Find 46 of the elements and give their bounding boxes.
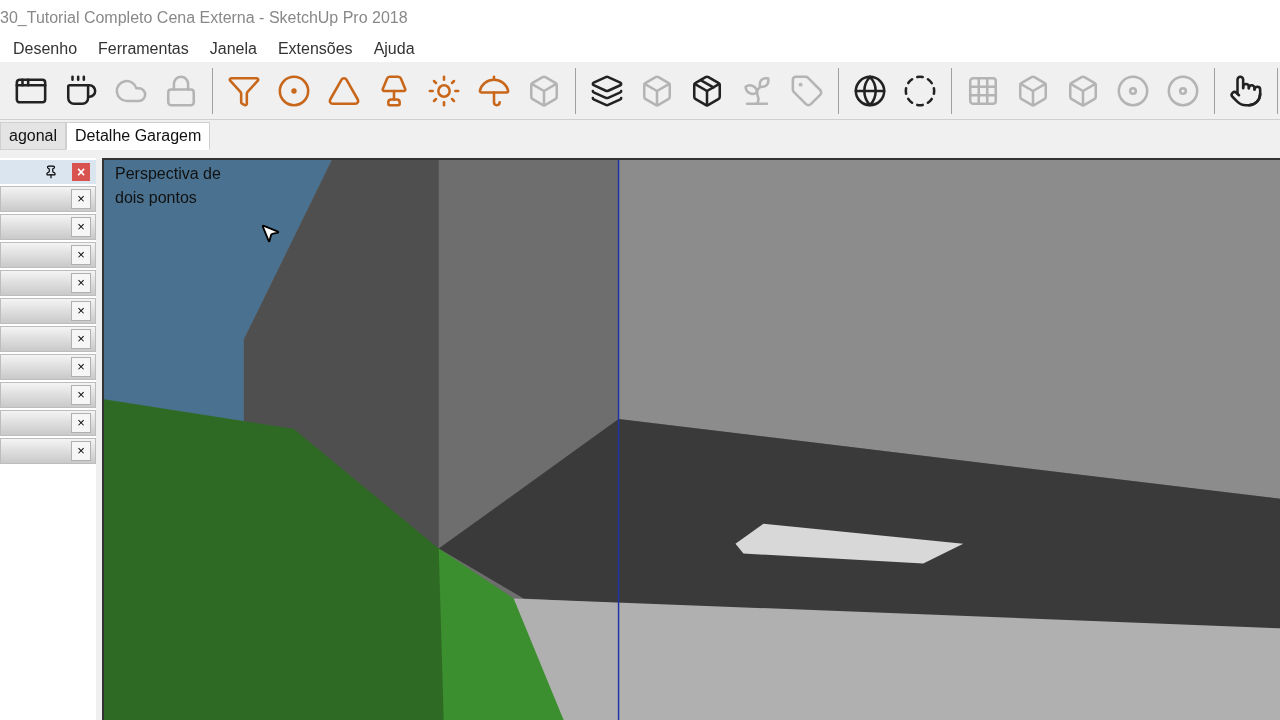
- remove-button[interactable]: ×: [71, 245, 91, 265]
- remove-button[interactable]: ×: [71, 273, 91, 293]
- panel-row[interactable]: ×: [0, 326, 96, 352]
- remove-button[interactable]: ×: [71, 441, 91, 461]
- remove-button[interactable]: ×: [71, 413, 91, 433]
- panel-row[interactable]: ×: [0, 242, 96, 268]
- panel-row[interactable]: ×: [0, 438, 96, 464]
- cube-icon: [640, 73, 674, 108]
- panel-row[interactable]: ×: [0, 354, 96, 380]
- cube-icon: [527, 73, 561, 108]
- menu-item[interactable]: Ferramentas: [98, 36, 189, 61]
- sun-icon: [427, 73, 461, 108]
- camera-label: Perspectiva de dois pontos: [115, 164, 222, 208]
- remove-button[interactable]: ×: [71, 189, 91, 209]
- hand-pointer-icon: [1229, 73, 1263, 108]
- layers-icon: [590, 73, 624, 108]
- scene-tab[interactable]: agonal: [0, 122, 67, 150]
- cup-icon: [64, 73, 98, 108]
- remove-button[interactable]: ×: [71, 301, 91, 321]
- scene-tab[interactable]: Detalhe Garagem: [66, 122, 211, 150]
- close-button[interactable]: ×: [72, 163, 90, 181]
- remove-button[interactable]: ×: [71, 385, 91, 405]
- panel-row[interactable]: ×: [0, 270, 96, 296]
- box-icon: [690, 73, 724, 108]
- remove-button[interactable]: ×: [71, 357, 91, 377]
- cube-icon: [1016, 73, 1050, 108]
- menu-item[interactable]: Extensões: [277, 36, 353, 61]
- panel-row[interactable]: ×: [0, 410, 96, 436]
- window-title: 30_Tutorial Completo Cena Externa - SketchUp Pro 2018: [0, 7, 408, 28]
- panel-row[interactable]: ×: [0, 382, 96, 408]
- dashed-circle-icon: [903, 73, 937, 108]
- cube-icon: [1066, 73, 1100, 108]
- remove-button[interactable]: ×: [71, 329, 91, 349]
- panel-row[interactable]: ×: [0, 186, 96, 212]
- menu-item[interactable]: Ajuda: [373, 36, 415, 61]
- panel-row[interactable]: ×: [0, 214, 96, 240]
- disc-icon: [1166, 73, 1200, 108]
- menu-item[interactable]: Janela: [209, 36, 257, 61]
- lock-icon: [164, 73, 198, 108]
- cursor-icon: [259, 222, 281, 244]
- remove-button[interactable]: ×: [71, 217, 91, 237]
- pin-icon[interactable]: [44, 165, 58, 179]
- tag-icon: [790, 73, 824, 108]
- panel-row[interactable]: ×: [0, 298, 96, 324]
- menu-item[interactable]: Desenho: [13, 36, 78, 61]
- disc-icon: [1116, 73, 1150, 108]
